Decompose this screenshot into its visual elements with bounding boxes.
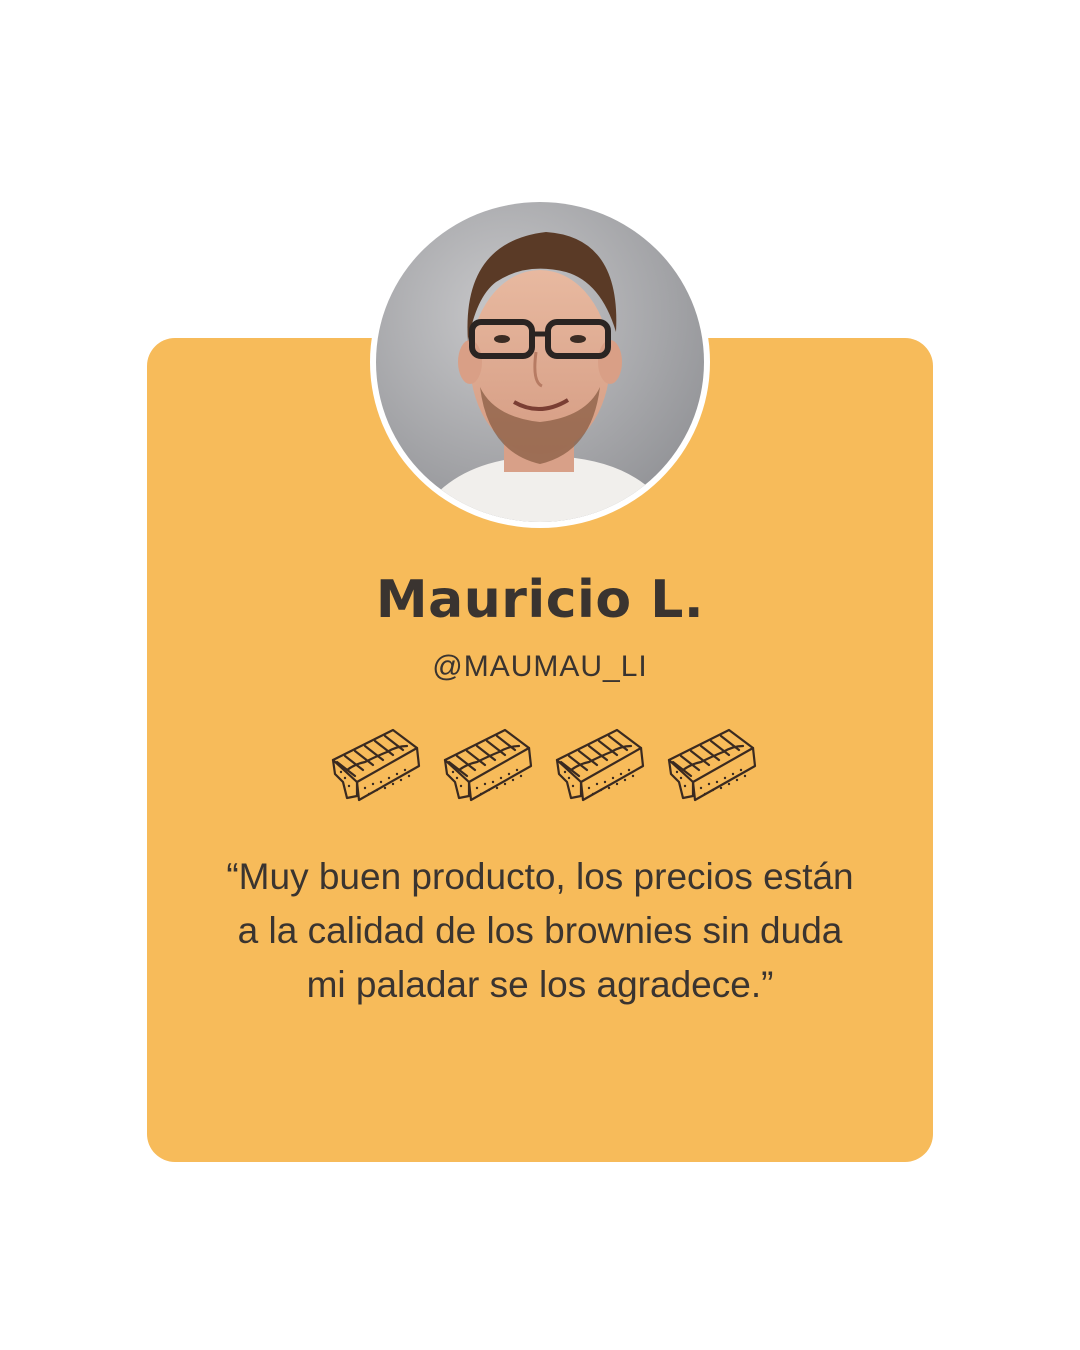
review-text: “Muy buen producto, los precios están a … xyxy=(226,856,854,1005)
avatar-photo xyxy=(376,202,704,522)
rating xyxy=(325,712,765,812)
reviewer-name: Mauricio L. xyxy=(375,570,705,630)
brownie-icon xyxy=(443,728,533,802)
brownie-icon xyxy=(331,728,421,802)
brownie-icon xyxy=(667,728,757,802)
avatar xyxy=(376,202,704,522)
brownie-icon xyxy=(555,728,645,802)
reviewer-handle: @MAUMAU_LI xyxy=(432,650,648,683)
